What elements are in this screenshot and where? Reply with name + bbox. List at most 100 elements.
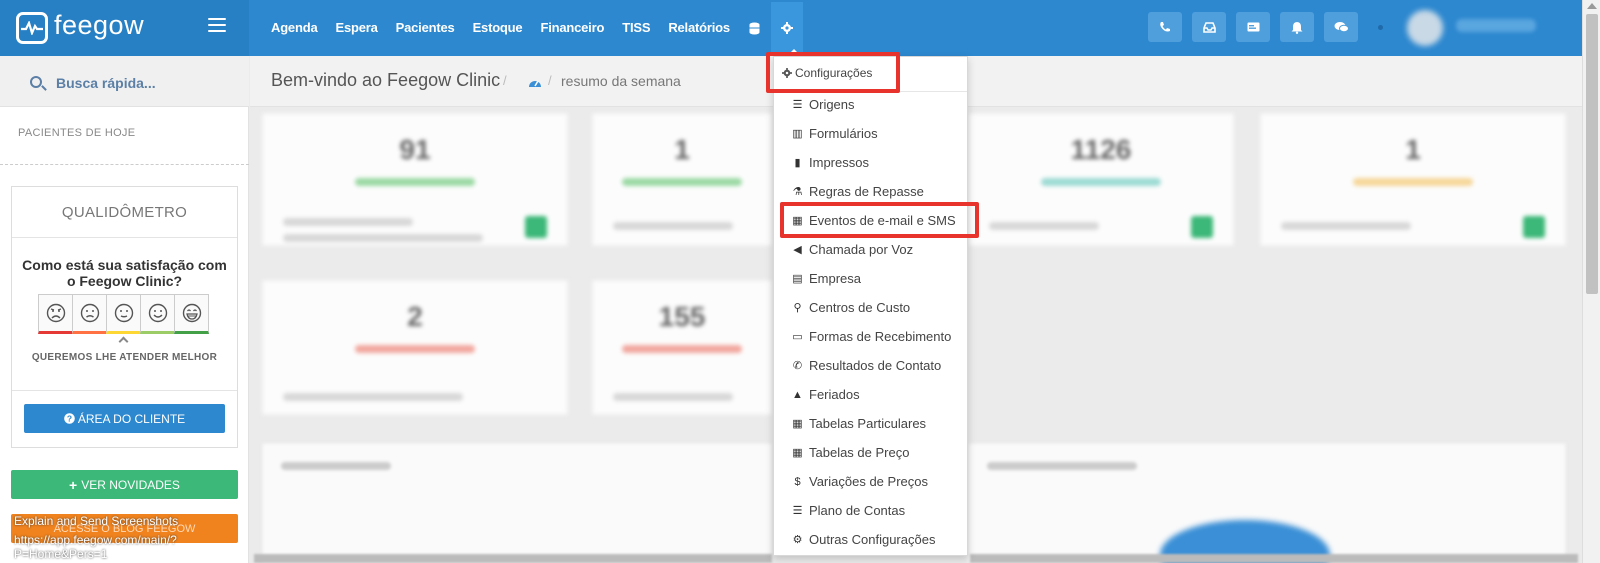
divider xyxy=(0,164,249,165)
card-icon[interactable] xyxy=(1236,12,1270,42)
menu-item-plano-contas[interactable]: ☰ Plano de Contas xyxy=(790,503,906,518)
menu-item-impressos[interactable]: ▮ Impressos xyxy=(790,155,869,170)
quick-search[interactable]: Busca rápida... xyxy=(0,56,249,107)
qualidometro-title: QUALIDÔMETRO xyxy=(12,187,237,238)
face-unhappy-icon[interactable] xyxy=(72,294,107,334)
scroll-up-arrow-icon[interactable] xyxy=(1587,3,1597,9)
dashboard-icon[interactable] xyxy=(528,75,542,93)
menu-item-label: Chamada por Voz xyxy=(809,242,914,257)
menu-item-label: Impressos xyxy=(809,155,869,170)
top-icon-buttons xyxy=(1148,12,1368,42)
explain-screenshots-link[interactable]: Explain and Send Screenshots xyxy=(14,514,178,528)
menu-item-resultados-contato[interactable]: ✆ Resultados de Contato xyxy=(790,358,941,373)
patients-today-label: PACIENTES DE HOJE xyxy=(18,127,136,139)
menu-item-label: Outras Configurações xyxy=(809,532,936,547)
menu-item-empresa[interactable]: ▤ Empresa xyxy=(790,271,861,286)
org-chart-icon: ⚲ xyxy=(793,302,802,314)
inbox-icon[interactable] xyxy=(1192,12,1226,42)
menu-item-feriados[interactable]: ▲ Feriados xyxy=(790,387,860,402)
search-input[interactable]: Busca rápida... xyxy=(56,75,156,91)
menu-item-regras-repasse[interactable]: ⚗ Regras de Repasse xyxy=(790,184,924,199)
menu-item-formularios[interactable]: ▥ Formulários xyxy=(790,126,877,141)
news-button[interactable]: + VER NOVIDADES xyxy=(11,470,238,499)
menu-item-origens[interactable]: ☰ Origens xyxy=(790,97,855,112)
menu-item-label: Formas de Recebimento xyxy=(809,329,952,344)
sidebar: Busca rápida... PACIENTES DE HOJE QUALID… xyxy=(0,56,249,563)
highlight-box xyxy=(766,52,900,93)
nav-espera[interactable]: Espera xyxy=(326,2,386,54)
menu-item-label: Resultados de Contato xyxy=(809,358,942,373)
sitemap-icon: ⚗ xyxy=(792,186,803,198)
phone-icon[interactable] xyxy=(1148,12,1182,42)
qualidometro-widget: QUALIDÔMETRO Como está sua satisfação co… xyxy=(11,186,238,448)
logo-area: feegow xyxy=(0,0,249,56)
status-indicator xyxy=(1378,25,1383,30)
menu-item-label: Feriados xyxy=(809,387,860,402)
scrollbar[interactable] xyxy=(1582,0,1600,563)
question-circle-icon: ? xyxy=(64,413,75,424)
menu-item-formas-recebimento[interactable]: ▭ Formas de Recebimento xyxy=(790,329,951,344)
dollar-icon: $ xyxy=(794,475,801,488)
menu-item-label: Tabelas de Preço xyxy=(809,445,910,460)
nav-relatorios[interactable]: Relatórios xyxy=(659,2,739,54)
list-icon: ☰ xyxy=(792,99,803,111)
breadcrumb-separator: / xyxy=(503,73,507,88)
chat-icon[interactable] xyxy=(1324,12,1358,42)
gear-icon[interactable] xyxy=(770,2,803,54)
scroll-region xyxy=(970,554,1578,563)
top-navbar: feegow Agenda Espera Pacientes Estoque F… xyxy=(0,0,1582,56)
divider xyxy=(12,390,237,391)
chevron-up-icon xyxy=(118,336,129,347)
face-neutral-icon[interactable] xyxy=(106,294,141,334)
hamburger-menu-icon[interactable] xyxy=(208,18,226,32)
logo-icon xyxy=(16,12,48,44)
breadcrumb-separator: / xyxy=(548,73,552,88)
logo-text[interactable]: feegow xyxy=(54,10,144,41)
stat-card: 1126 xyxy=(968,113,1234,246)
client-area-label: ÁREA DO CLIENTE xyxy=(77,411,186,426)
file-icon: ▮ xyxy=(794,157,801,169)
bar-chart-icon: ▥ xyxy=(792,128,803,140)
avatar[interactable] xyxy=(1407,10,1443,46)
nav-estoque[interactable]: Estoque xyxy=(464,2,532,54)
menu-item-tabelas-preco[interactable]: ▦ Tabelas de Preço xyxy=(790,445,909,460)
user-name[interactable] xyxy=(1456,19,1536,32)
database-icon[interactable] xyxy=(739,2,771,54)
menu-item-centros-custo[interactable]: ⚲ Centros de Custo xyxy=(790,300,910,315)
road-icon: ▲ xyxy=(792,388,803,401)
client-area-button[interactable]: ? ÁREA DO CLIENTE xyxy=(24,404,225,433)
nav-pacientes[interactable]: Pacientes xyxy=(387,2,464,54)
menu-item-label: Variações de Preços xyxy=(809,474,928,489)
page-title: Bem-vindo ao Feegow Clinic xyxy=(271,70,501,90)
menu-item-label: Tabelas Particulares xyxy=(809,416,927,431)
menu-item-tabelas-particulares[interactable]: ▦ Tabelas Particulares xyxy=(790,416,926,431)
menu-item-label: Centros de Custo xyxy=(809,300,911,315)
scroll-thumb[interactable] xyxy=(1586,14,1598,294)
table-icon: ▦ xyxy=(792,447,803,459)
menu-item-variacoes-precos[interactable]: $ Variações de Preços xyxy=(790,474,928,489)
scroll-region xyxy=(254,554,772,563)
menu-item-label: Origens xyxy=(809,97,855,112)
face-very-unhappy-icon[interactable] xyxy=(38,294,73,334)
stat-card: 155 xyxy=(592,280,772,415)
menu-item-chamada-voz[interactable]: ◀ Chamada por Voz xyxy=(790,242,913,257)
table-icon: ▦ xyxy=(792,418,803,430)
nav-financeiro[interactable]: Financeiro xyxy=(531,2,613,54)
list-alt-icon: ☰ xyxy=(792,505,803,517)
face-happy-icon[interactable] xyxy=(140,294,175,334)
satisfaction-faces xyxy=(38,294,209,334)
cogs-icon: ⚙ xyxy=(792,534,803,546)
menu-item-label: Plano de Contas xyxy=(809,503,906,518)
menu-item-label: Regras de Repasse xyxy=(809,184,924,199)
qualidometro-footer: QUEREMOS LHE ATENDER MELHOR xyxy=(31,352,218,363)
menu-item-label: Empresa xyxy=(809,271,862,286)
stat-card: 2 xyxy=(262,280,568,415)
face-very-happy-icon[interactable] xyxy=(174,294,209,334)
main-nav: Agenda Espera Pacientes Estoque Financei… xyxy=(262,0,803,56)
nav-tiss[interactable]: TISS xyxy=(613,2,659,54)
nav-agenda[interactable]: Agenda xyxy=(262,2,326,54)
status-url: https://app.feegow.com/main/?P=Home&Pers… xyxy=(14,533,177,561)
menu-item-outras-configuracoes[interactable]: ⚙ Outras Configurações xyxy=(790,532,936,547)
phone-icon: ✆ xyxy=(792,360,803,372)
bell-icon[interactable] xyxy=(1280,12,1314,42)
